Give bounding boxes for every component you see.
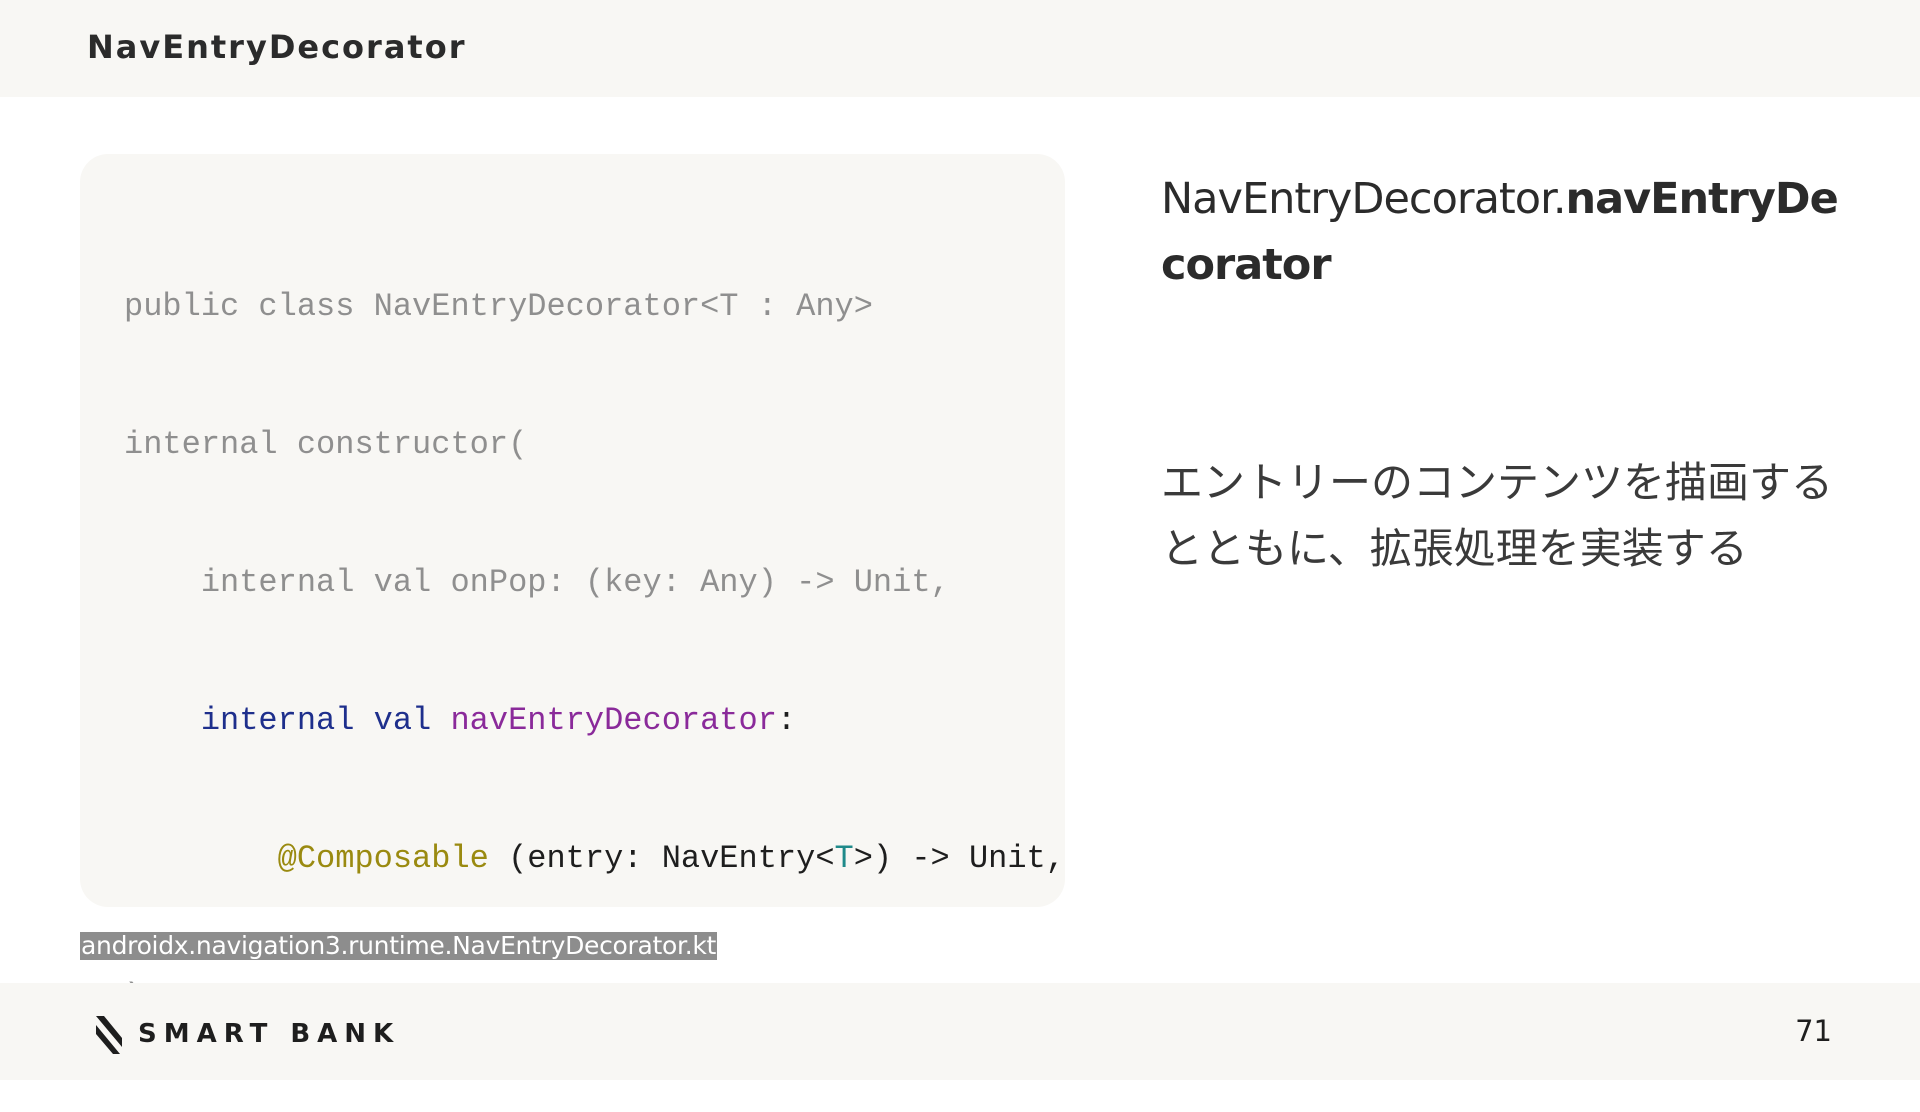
logo-wordmark: SMART BANK bbox=[138, 1019, 401, 1049]
code-block: public class NavEntryDecorator<T : Any> … bbox=[80, 154, 1065, 1015]
slide-header: NavEntryDecorator bbox=[0, 0, 1920, 97]
code-content: public class NavEntryDecorator<T : Any> … bbox=[124, 192, 1065, 1112]
source-file-link[interactable]: androidx.navigation3.runtime.NavEntryDec… bbox=[80, 932, 718, 960]
code-property-name: navEntryDecorator bbox=[450, 702, 777, 739]
api-name-heading: NavEntryDecorator.navEntryDecorator bbox=[1161, 166, 1861, 298]
code-line-highlighted: internal val navEntryDecorator: bbox=[200, 702, 797, 739]
slide-title: NavEntryDecorator bbox=[87, 28, 467, 66]
smartbank-logo-icon bbox=[96, 1016, 122, 1054]
code-line-highlighted: @Composable (entry: NavEntry<T>) -> Unit… bbox=[277, 840, 1065, 877]
code-line: internal val onPop: (key: Any) -> Unit, bbox=[200, 564, 950, 601]
code-line: public class NavEntryDecorator<T : Any> bbox=[124, 288, 873, 325]
api-description: エントリーのコンテンツを描画するとともに、拡張処理を実装する bbox=[1161, 458, 1834, 573]
code-keyword: internal val bbox=[200, 702, 432, 739]
code-line: internal constructor( bbox=[124, 426, 528, 463]
code-type-parameter: T bbox=[834, 840, 854, 877]
company-logo: SMART BANK bbox=[92, 1013, 400, 1055]
code-annotation: @Composable bbox=[277, 840, 489, 877]
api-class-name: NavEntryDecorator. bbox=[1161, 174, 1566, 224]
page-number: 71 bbox=[1795, 1014, 1832, 1048]
